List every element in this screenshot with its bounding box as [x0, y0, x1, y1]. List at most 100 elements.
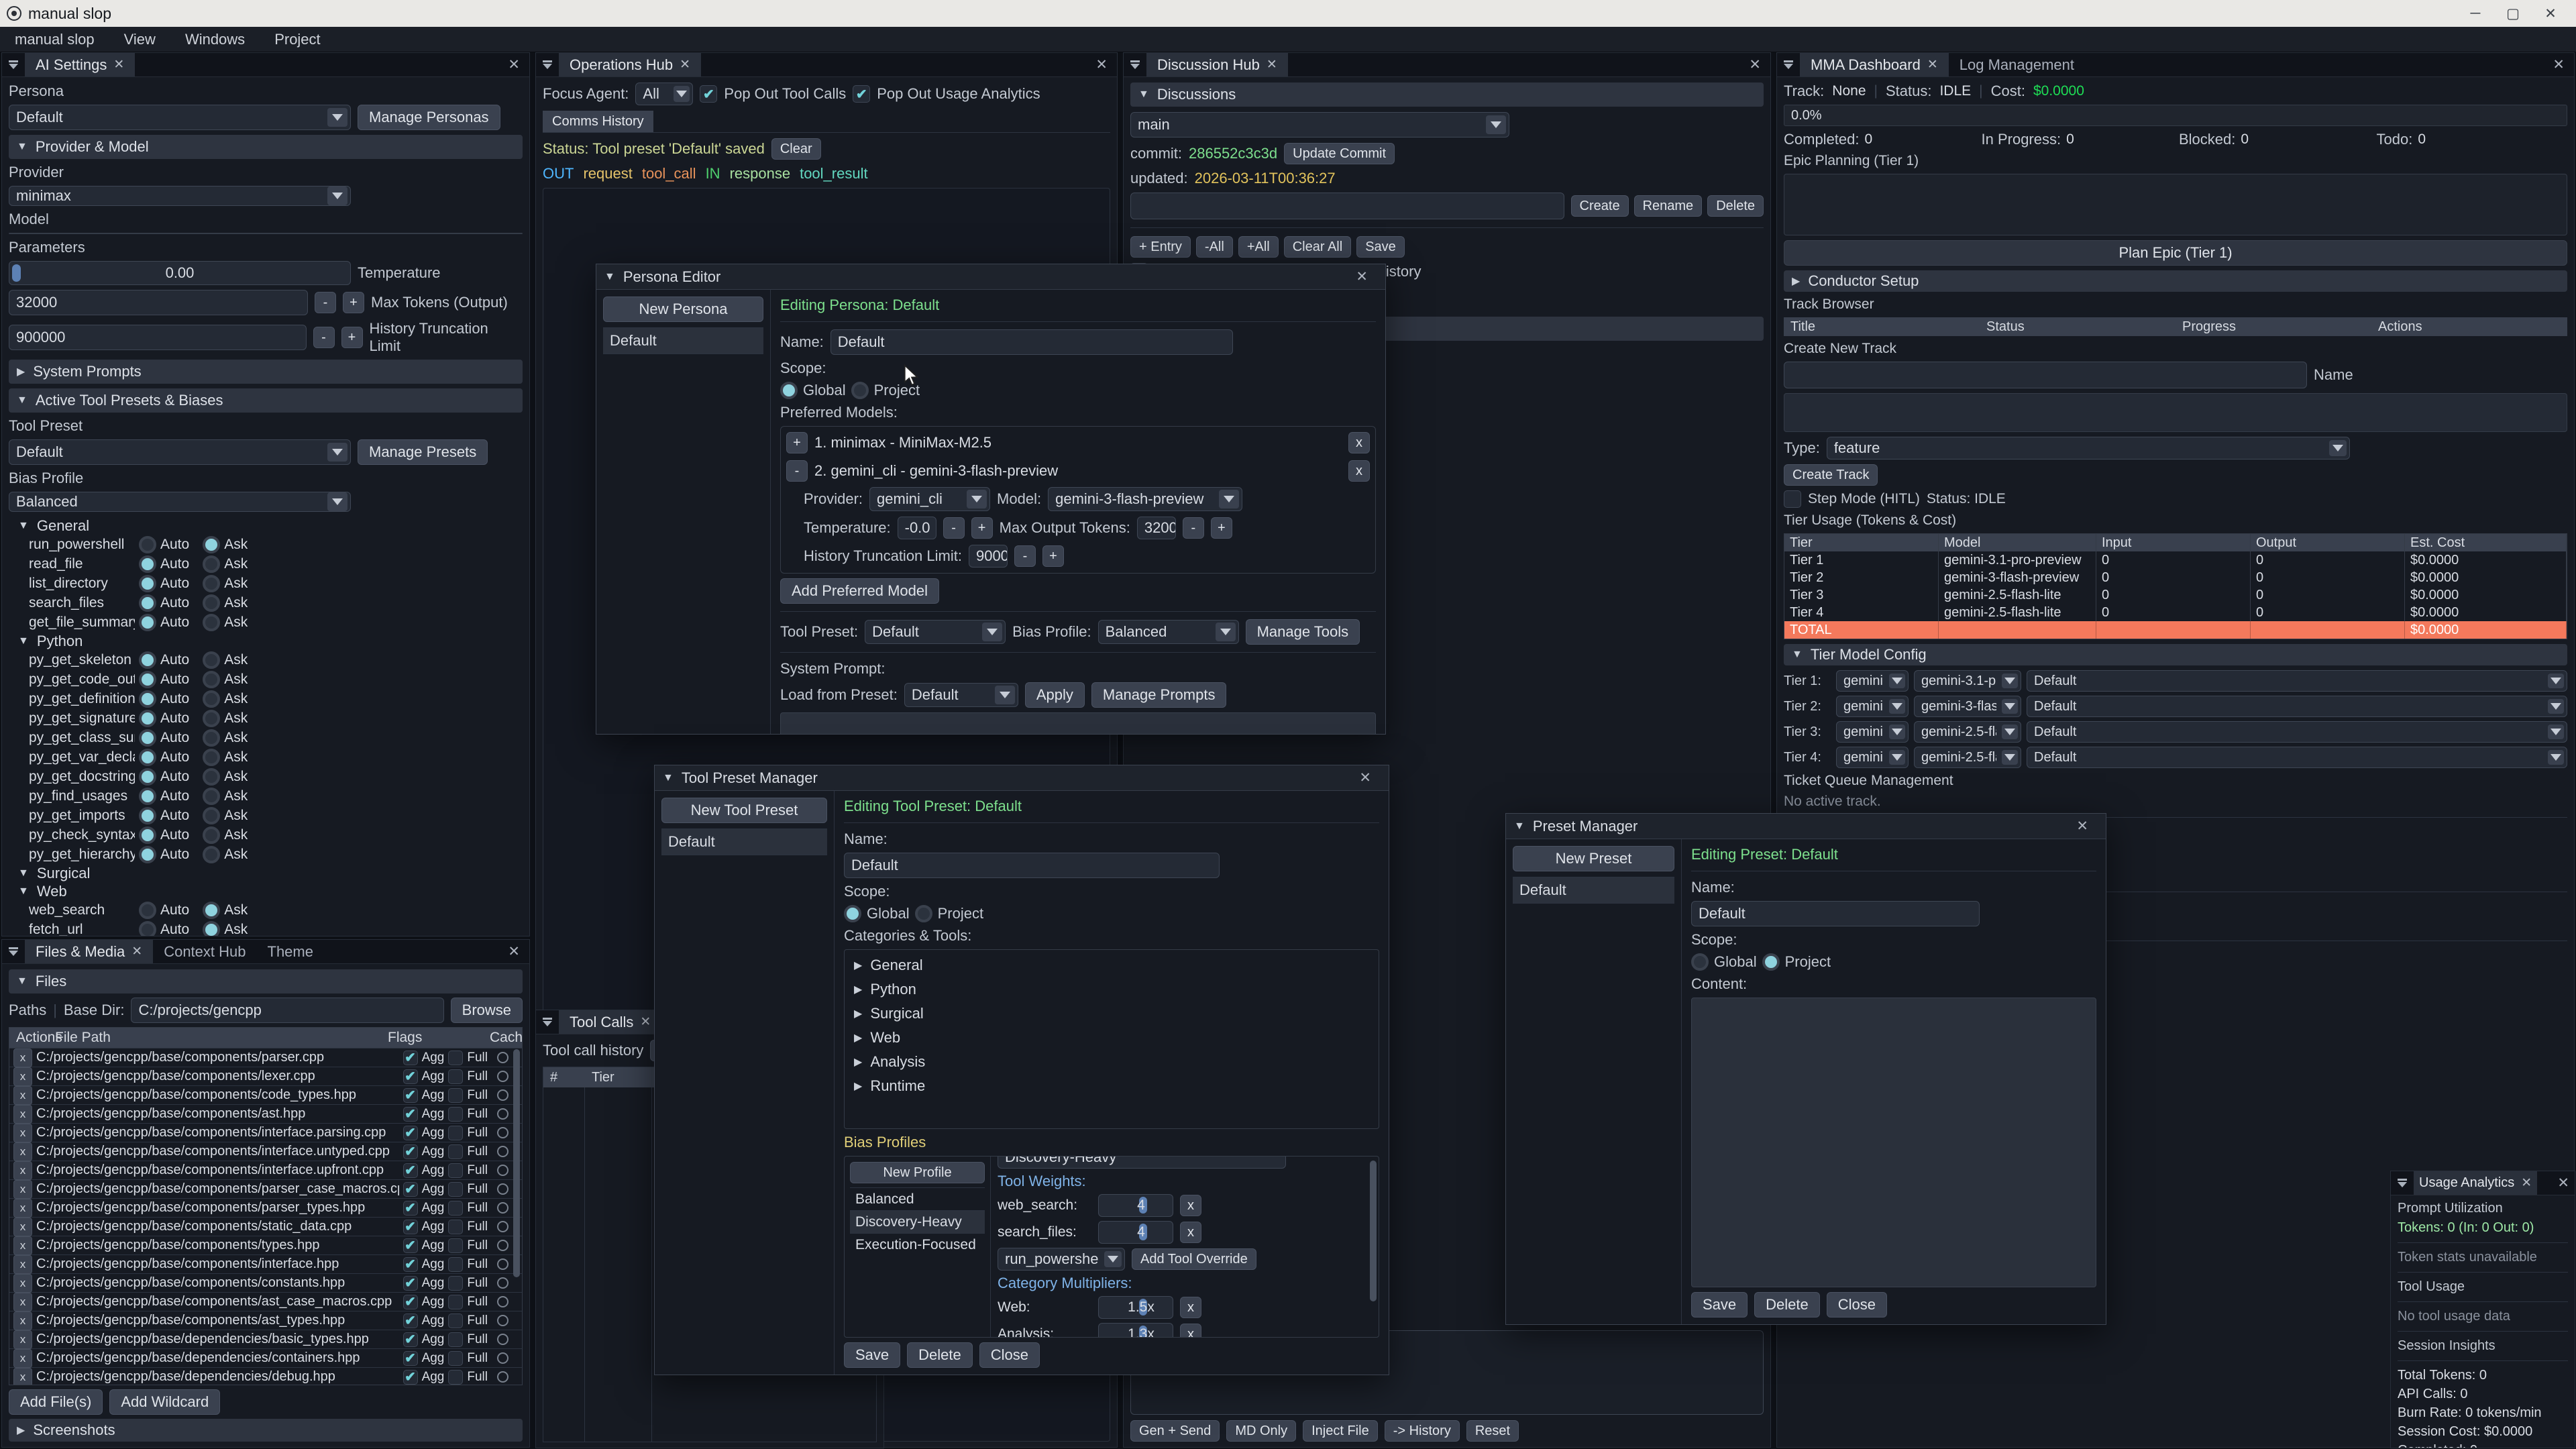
- tool-ask-radio[interactable]: [203, 671, 220, 688]
- slider-handle[interactable]: [12, 264, 21, 282]
- pref-temperature-input[interactable]: -0.0: [898, 517, 936, 539]
- full-checkbox[interactable]: [448, 1370, 463, 1385]
- persona-editor-titlebar[interactable]: ▼ Persona Editor ✕: [596, 264, 1385, 290]
- persona-select[interactable]: Default: [9, 105, 351, 130]
- remove-override-button[interactable]: x: [1180, 1195, 1201, 1216]
- tool-ask-radio[interactable]: [203, 690, 220, 708]
- tool-auto-radio[interactable]: [139, 555, 156, 573]
- remove-file-button[interactable]: x: [13, 1105, 32, 1124]
- tab-mma-dashboard[interactable]: MMA Dashboard✕: [1800, 53, 1949, 76]
- dialog-close-icon[interactable]: ✕: [2067, 818, 2098, 835]
- category-runtime[interactable]: ▶Runtime: [854, 1077, 1369, 1095]
- history-increment-button[interactable]: +: [1042, 545, 1064, 567]
- all-button[interactable]: -All: [1196, 236, 1233, 258]
- tier-provider-select[interactable]: gemini: [1836, 747, 1909, 768]
- menu-item-project[interactable]: Project: [274, 31, 320, 48]
- all-button[interactable]: +All: [1238, 236, 1279, 258]
- agg-checkbox[interactable]: [403, 1332, 418, 1347]
- tool-ask-radio[interactable]: [203, 788, 220, 805]
- tool-group-python[interactable]: ▼Python: [9, 632, 523, 650]
- bias-editor-scrollbar[interactable]: [1370, 1161, 1377, 1301]
- category-multiplier-slider[interactable]: 1.5x: [1098, 1296, 1173, 1319]
- full-checkbox[interactable]: [448, 1088, 463, 1103]
- history-increment-button[interactable]: +: [341, 327, 363, 348]
- agg-checkbox[interactable]: [403, 1220, 418, 1234]
- persona-name-input[interactable]: Default: [830, 329, 1233, 355]
- tier-provider-select[interactable]: gemini: [1836, 696, 1909, 717]
- tool-ask-radio[interactable]: [203, 749, 220, 766]
- track-name-input[interactable]: [1784, 362, 2307, 388]
- file-table-scrollbar[interactable]: [513, 1049, 520, 1277]
- tab-close-icon[interactable]: ✕: [640, 1014, 651, 1030]
- agg-checkbox[interactable]: [403, 1370, 418, 1385]
- files-section-header[interactable]: ▼ Files: [9, 969, 523, 994]
- tool-auto-radio[interactable]: [139, 690, 156, 708]
- pop-out-usage-analytics-checkbox[interactable]: [853, 85, 870, 103]
- tab-comms-history[interactable]: Comms History: [543, 111, 653, 132]
- tool-weight-slider[interactable]: 4: [1098, 1194, 1173, 1217]
- tab-context-hub[interactable]: Context Hub: [153, 940, 256, 963]
- tier-model-select[interactable]: gemini-2.5-flash-lite: [1914, 747, 2021, 768]
- clear-all-button[interactable]: Clear All: [1284, 236, 1351, 258]
- agg-checkbox[interactable]: [403, 1069, 418, 1084]
- tab-files-media[interactable]: Files & Media✕: [25, 940, 153, 963]
- pref-provider-select[interactable]: gemini_cli: [869, 487, 990, 511]
- panel-close-icon[interactable]: ✕: [2543, 53, 2574, 76]
- tool-preset-list-item[interactable]: Default: [661, 828, 827, 855]
- agg-checkbox[interactable]: [403, 1238, 418, 1253]
- system-prompts-section-header[interactable]: ▶ System Prompts: [9, 360, 523, 384]
- new-tool-preset-button[interactable]: New Tool Preset: [661, 798, 827, 823]
- tab-usage-analytics[interactable]: Usage Analytics✕: [2414, 1171, 2537, 1195]
- remove-file-button[interactable]: x: [13, 1067, 32, 1086]
- persona-bias-profile-select[interactable]: Balanced: [1098, 620, 1239, 644]
- tier-model-config-section-header[interactable]: ▼ Tier Model Config: [1784, 644, 2567, 665]
- tool-ask-radio[interactable]: [203, 826, 220, 844]
- tool-auto-radio[interactable]: [139, 710, 156, 727]
- tool-override-select[interactable]: run_powershell: [998, 1248, 1125, 1271]
- remove-file-button[interactable]: x: [13, 1255, 32, 1274]
- save-button[interactable]: Save: [1691, 1292, 1748, 1318]
- agg-checkbox[interactable]: [403, 1313, 418, 1328]
- preset-content-textarea[interactable]: [1691, 998, 2096, 1287]
- tab-log-management[interactable]: Log Management: [1949, 53, 2085, 76]
- tool-ask-radio[interactable]: [203, 729, 220, 747]
- maximize-button[interactable]: ▢: [2494, 0, 2532, 27]
- provider-select[interactable]: minimax: [9, 186, 351, 206]
- tool-group-web[interactable]: ▼Web: [9, 882, 523, 900]
- agg-checkbox[interactable]: [403, 1144, 418, 1159]
- remove-file-button[interactable]: x: [13, 1161, 32, 1180]
- focus-agent-select[interactable]: All: [635, 83, 693, 105]
- tab-close-icon[interactable]: ✕: [680, 57, 690, 72]
- remove-file-button[interactable]: x: [13, 1274, 32, 1293]
- remove-override-button[interactable]: x: [1180, 1324, 1201, 1337]
- remove-file-button[interactable]: x: [13, 1349, 32, 1368]
- tier-provider-select[interactable]: gemini: [1836, 721, 1909, 743]
- scope-global-radio[interactable]: [780, 382, 798, 399]
- tool-ask-radio[interactable]: [203, 536, 220, 553]
- bias-profile-item[interactable]: Execution-Focused: [850, 1233, 985, 1256]
- dialog-close-icon[interactable]: ✕: [1350, 769, 1381, 786]
- tool-auto-radio[interactable]: [139, 921, 156, 936]
- rename-button[interactable]: Rename: [1634, 195, 1703, 217]
- scope-project-radio[interactable]: [1762, 953, 1780, 971]
- tier-preset-select[interactable]: Default: [2027, 747, 2567, 768]
- system-prompt-textarea[interactable]: [780, 712, 1376, 734]
- new-preset-button[interactable]: New Preset: [1513, 846, 1674, 871]
- dock-menu-icon[interactable]: [1124, 53, 1146, 76]
- category-surgical[interactable]: ▶Surgical: [854, 1005, 1369, 1022]
- tool-preset-name-input[interactable]: Default: [844, 853, 1220, 878]
- category-web[interactable]: ▶Web: [854, 1029, 1369, 1046]
- dock-menu-icon[interactable]: [1777, 53, 1800, 76]
- agg-checkbox[interactable]: [403, 1295, 418, 1309]
- tool-auto-radio[interactable]: [139, 614, 156, 631]
- tool-auto-radio[interactable]: [139, 671, 156, 688]
- bias-profile-item[interactable]: Discovery-Heavy: [850, 1210, 985, 1233]
- remove-file-button[interactable]: x: [13, 1218, 32, 1236]
- inject-file-button[interactable]: Inject File: [1303, 1420, 1378, 1442]
- tab-close-icon[interactable]: ✕: [131, 944, 142, 959]
- tool-auto-radio[interactable]: [139, 536, 156, 553]
- full-checkbox[interactable]: [448, 1351, 463, 1366]
- pop-out-tool-calls-checkbox[interactable]: [700, 85, 717, 103]
- close-button[interactable]: Close: [1827, 1292, 1887, 1318]
- remove-file-button[interactable]: x: [13, 1311, 32, 1330]
